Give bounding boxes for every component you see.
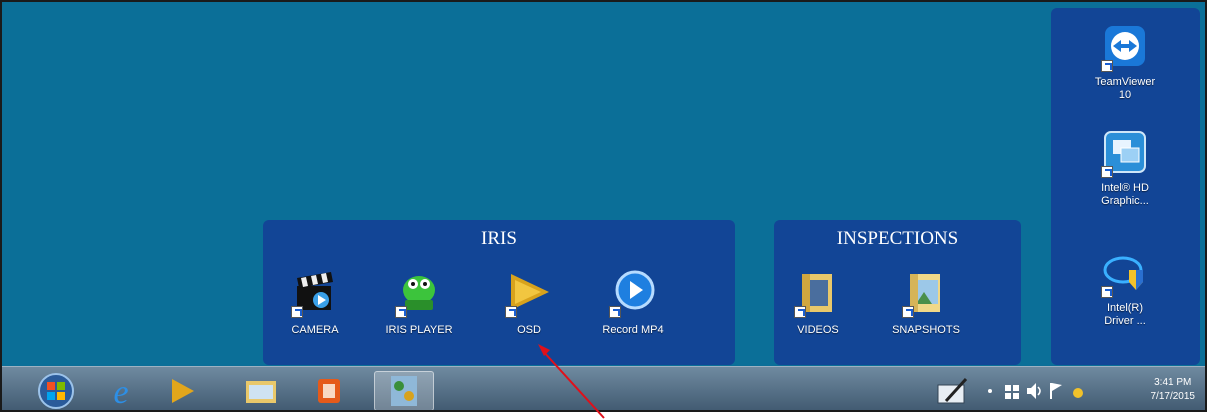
annotation-arrow bbox=[538, 344, 605, 419]
